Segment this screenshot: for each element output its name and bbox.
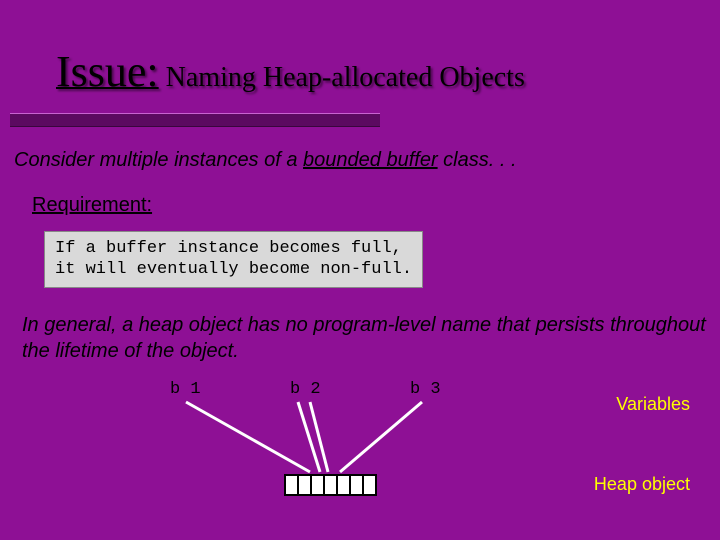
- requirement-line-2: it will eventually become non-full.: [55, 259, 412, 280]
- requirement-label: Requirement:: [32, 194, 720, 217]
- label-heap-object: Heap object: [594, 474, 690, 495]
- title-underline-bar: [10, 113, 380, 127]
- slide-title: Issue: Naming Heap-allocated Objects: [56, 46, 720, 97]
- arrow-b2-right: [310, 402, 328, 472]
- general-paragraph: In general, a heap object has no program…: [22, 312, 720, 364]
- requirement-box: If a buffer instance becomes full, it wi…: [44, 231, 423, 288]
- req-kw-it: it: [55, 260, 75, 279]
- arrow-b1: [186, 402, 310, 472]
- arrow-b3: [340, 402, 422, 472]
- intro-bounded: bounded buffer: [303, 149, 438, 171]
- intro-paragraph: Consider multiple instances of a bounded…: [14, 149, 720, 172]
- intro-before: Consider multiple instances of a: [14, 149, 303, 171]
- intro-after: class. . .: [438, 149, 517, 171]
- req-kw-if: If: [55, 239, 75, 258]
- title-rest: Naming Heap-allocated Objects: [159, 62, 525, 93]
- title-issue: Issue:: [56, 47, 159, 96]
- heap-cell: [362, 474, 377, 496]
- heap-object-cells: [284, 474, 377, 496]
- heap-diagram: b 1 b 2 b 3: [170, 380, 490, 510]
- requirement-line-1: If a buffer instance becomes full,: [55, 238, 412, 259]
- req-line2-rest: will eventually become non-full.: [75, 260, 412, 279]
- title-block: Issue: Naming Heap-allocated Objects: [0, 0, 720, 97]
- req-line1-rest: a buffer instance becomes full,: [75, 239, 401, 258]
- arrow-b2-left: [298, 402, 320, 472]
- label-variables: Variables: [616, 394, 690, 415]
